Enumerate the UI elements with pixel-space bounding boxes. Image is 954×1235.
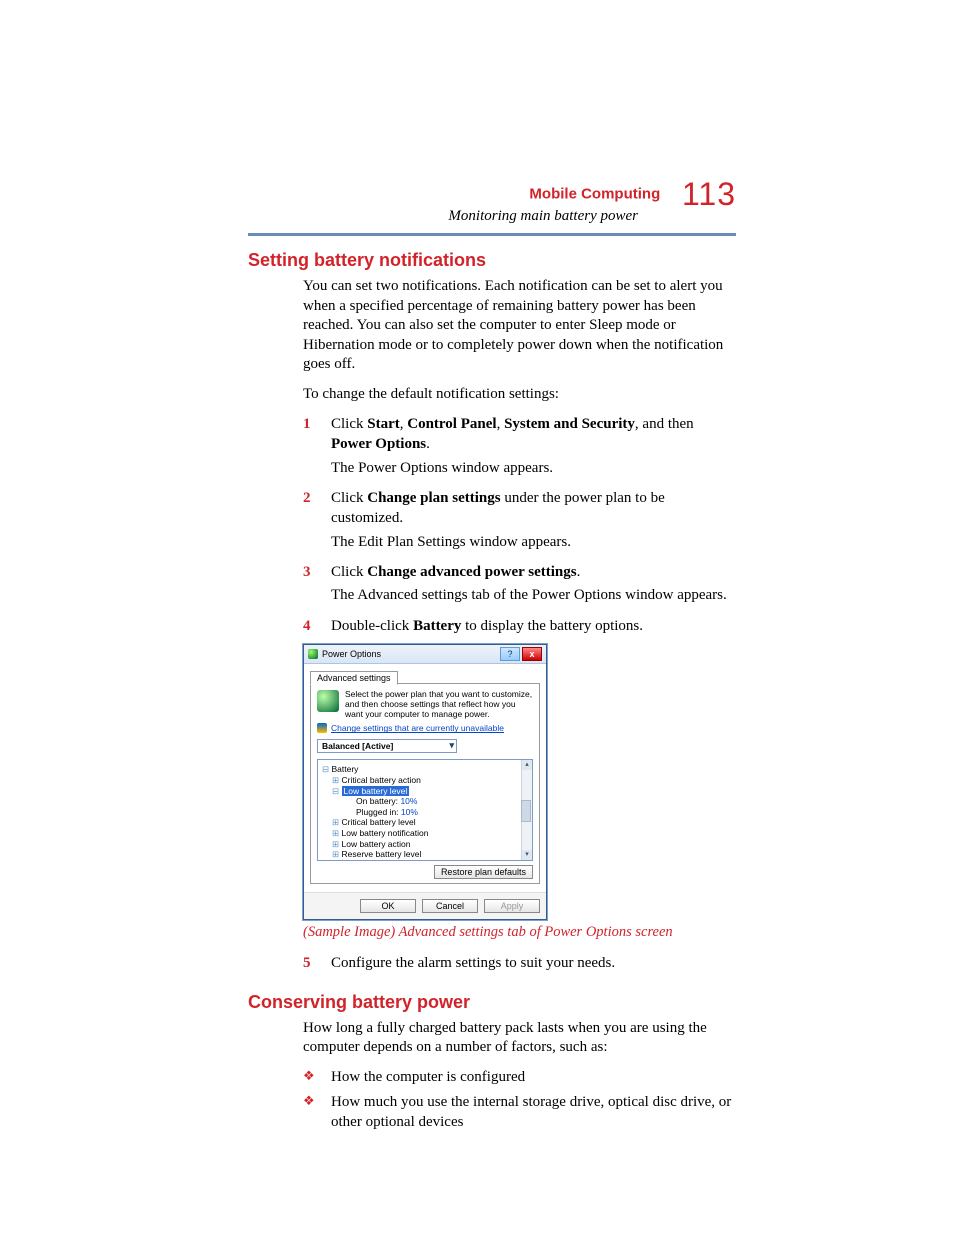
step-1: 1 Click Start, Control Panel, System and… — [303, 414, 736, 455]
scroll-up-icon[interactable]: ▴ — [522, 760, 532, 770]
shield-icon — [317, 723, 327, 733]
tree-item[interactable]: On battery: 10% — [322, 796, 528, 807]
header-rule — [248, 233, 736, 236]
step-1-result: The Power Options window appears. — [331, 459, 736, 479]
page-number: 113 — [682, 176, 736, 212]
settings-tree[interactable]: ⊟ Battery ⊞ Critical battery action⊟ Low… — [317, 759, 533, 861]
step-2: 2 Click Change plan settings under the p… — [303, 488, 736, 529]
tree-item[interactable]: ⊞ Critical battery action — [322, 775, 528, 786]
power-plan-icon — [317, 690, 339, 712]
step-text: Click — [331, 416, 367, 432]
section2-intro: How long a fully charged battery pack la… — [303, 1019, 736, 1058]
dialog-titlebar[interactable]: Power Options ? x — [304, 645, 546, 664]
step-text: Configure the alarm settings to suit you… — [331, 953, 736, 973]
plan-select[interactable]: Balanced [Active] — [317, 739, 457, 753]
dialog-title: Power Options — [322, 649, 498, 659]
bold-system-security: System and Security — [504, 416, 635, 432]
step-2-result: The Edit Plan Settings window appears. — [331, 533, 736, 553]
bullet-item: ❖How much you use the internal storage d… — [303, 1093, 736, 1132]
step-number: 3 — [303, 562, 331, 582]
heading-setting-battery-notifications: Setting battery notifications — [248, 250, 736, 271]
step-3-result: The Advanced settings tab of the Power O… — [331, 586, 736, 606]
section-subtitle: Monitoring main battery power — [248, 208, 736, 225]
close-button[interactable]: x — [522, 647, 542, 661]
bullet-text: How the computer is configured — [331, 1068, 736, 1088]
step-3: 3 Click Change advanced power settings. — [303, 562, 736, 582]
tree-item[interactable]: ⊞ Low battery notification — [322, 828, 528, 839]
cancel-button[interactable]: Cancel — [422, 899, 478, 913]
intro-paragraph: You can set two notifications. Each noti… — [303, 277, 736, 375]
change-unavailable-link[interactable]: Change settings that are currently unava… — [331, 723, 504, 733]
step-number: 2 — [303, 488, 331, 529]
bold-start: Start — [367, 416, 400, 432]
step-number: 1 — [303, 414, 331, 455]
tree-root-battery[interactable]: Battery — [332, 764, 359, 774]
tree-item[interactable]: ⊞ Reserve battery level — [322, 849, 528, 860]
tab-advanced-settings[interactable]: Advanced settings — [310, 671, 398, 685]
step-number: 4 — [303, 616, 331, 636]
dialog-description: Select the power plan that you want to c… — [345, 690, 533, 719]
apply-button[interactable]: Apply — [484, 899, 540, 913]
image-caption: (Sample Image) Advanced settings tab of … — [303, 924, 736, 941]
step-4: 4 Double-click Battery to display the ba… — [303, 616, 736, 636]
bold-change-advanced: Change advanced power settings — [367, 564, 576, 580]
step-number: 5 — [303, 953, 331, 973]
ok-button[interactable]: OK — [360, 899, 416, 913]
diamond-bullet-icon: ❖ — [303, 1093, 331, 1132]
scroll-down-icon[interactable]: ▾ — [522, 850, 532, 860]
bold-change-plan-settings: Change plan settings — [367, 490, 500, 506]
lead-in-text: To change the default notification setti… — [303, 385, 736, 405]
tree-item[interactable]: Plugged in: 10% — [322, 807, 528, 818]
heading-conserving-battery-power: Conserving battery power — [248, 992, 736, 1013]
bold-control-panel: Control Panel — [407, 416, 496, 432]
step-5: 5 Configure the alarm settings to suit y… — [303, 953, 736, 973]
chapter-title: Mobile Computing — [529, 186, 660, 203]
power-icon — [308, 649, 318, 659]
bullet-text: How much you use the internal storage dr… — [331, 1093, 736, 1132]
diamond-bullet-icon: ❖ — [303, 1068, 331, 1088]
bold-power-options: Power Options — [331, 436, 426, 452]
help-button[interactable]: ? — [500, 647, 520, 661]
tree-item[interactable]: ⊟ Low battery level — [322, 786, 528, 797]
bold-battery: Battery — [413, 618, 461, 634]
tree-item[interactable]: ⊞ Low battery action — [322, 839, 528, 850]
restore-defaults-button[interactable]: Restore plan defaults — [434, 865, 533, 879]
scroll-thumb[interactable] — [521, 800, 531, 822]
tree-item[interactable]: ⊞ Critical battery level — [322, 817, 528, 828]
power-options-dialog: Power Options ? x Advanced settings Sele… — [303, 644, 547, 920]
bullet-item: ❖How the computer is configured — [303, 1068, 736, 1088]
